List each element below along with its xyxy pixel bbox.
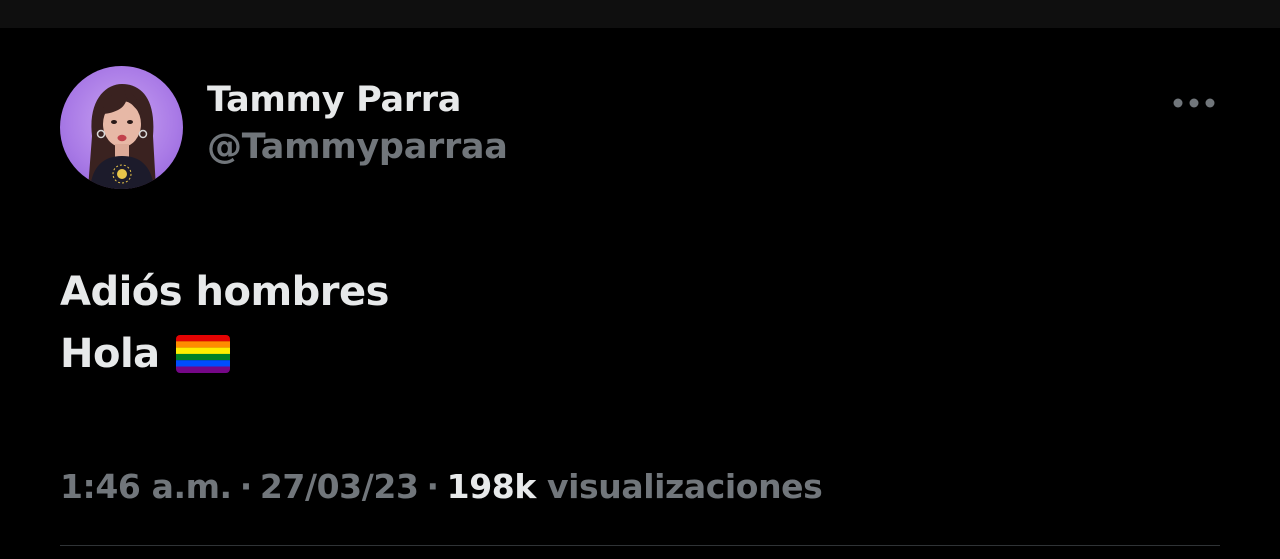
tweet-card: Tammy Parra @Tammyparraa Adiós hombres H… bbox=[0, 28, 1280, 559]
views-label: visualizaciones bbox=[547, 467, 823, 506]
avatar[interactable] bbox=[60, 66, 183, 189]
rainbow-flag-icon bbox=[175, 335, 230, 373]
top-band bbox=[0, 0, 1280, 28]
tweet-text: Adiós hombres Hola bbox=[60, 261, 389, 385]
separator: · bbox=[426, 467, 440, 506]
tweet-time[interactable]: 1:46 a.m. bbox=[60, 467, 232, 506]
more-options-button[interactable] bbox=[1168, 88, 1220, 118]
views-count: 198k bbox=[446, 467, 537, 506]
tweet-text-line: Adiós hombres bbox=[60, 269, 389, 315]
tweet-meta: 1:46 a.m. · 27/03/23 · 198k visualizaciones bbox=[60, 463, 823, 511]
avatar-image bbox=[88, 84, 156, 189]
tweet-text-line-2: Hola bbox=[60, 323, 389, 385]
divider bbox=[60, 545, 1220, 546]
tweet-text-line: Hola bbox=[60, 331, 160, 377]
more-horizontal-icon bbox=[1173, 98, 1215, 108]
user-meta: Tammy Parra @Tammyparraa bbox=[207, 78, 508, 172]
tweet-date[interactable]: 27/03/23 bbox=[260, 467, 419, 506]
separator: · bbox=[239, 467, 253, 506]
display-name[interactable]: Tammy Parra bbox=[207, 78, 508, 122]
user-handle[interactable]: @Tammyparraa bbox=[207, 122, 508, 172]
tweet-text-line-1: Adiós hombres bbox=[60, 261, 389, 323]
